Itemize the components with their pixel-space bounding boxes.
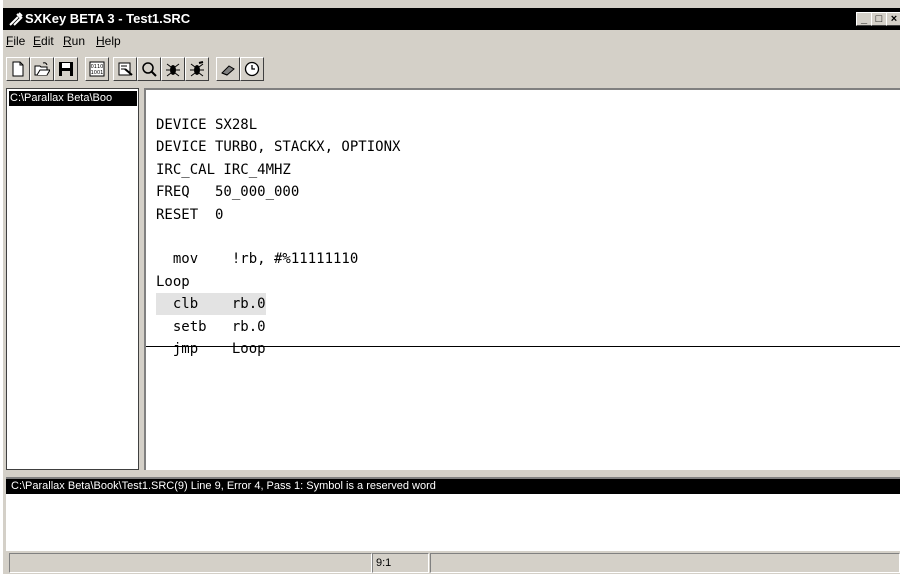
code-editor[interactable]: DEVICE SX28L DEVICE TURBO, STACKX, OPTION… (144, 88, 900, 470)
menu-bar: File Edit Run Help (3, 31, 900, 51)
find-icon[interactable] (137, 57, 161, 81)
eraser-icon[interactable] (216, 57, 240, 81)
maximize-icon[interactable]: □ (871, 12, 887, 26)
code-line[interactable]: Loop (156, 271, 190, 293)
assemble-icon[interactable]: 0110 1001 (85, 57, 109, 81)
menu-file-label: ile (13, 34, 26, 48)
status-bar: 9:1 (6, 552, 900, 574)
minimize-icon[interactable]: _ (856, 12, 872, 26)
menu-edit-label: dit (41, 34, 54, 48)
svg-text:1001: 1001 (91, 70, 104, 76)
debug-alt-icon[interactable] (185, 57, 209, 81)
debug-icon[interactable] (161, 57, 185, 81)
code-line[interactable]: clb rb.0 (156, 293, 266, 316)
clock-icon[interactable] (240, 57, 264, 81)
code-line[interactable]: DEVICE SX28L (156, 114, 257, 136)
code-line[interactable]: mov !rb, #%11111110 (156, 248, 358, 270)
close-icon[interactable]: × (886, 12, 900, 26)
code-line[interactable]: RESET 0 (156, 204, 223, 226)
code-line[interactable]: setb rb.0 (156, 316, 266, 338)
code-line[interactable]: FREQ 50_000_000 (156, 181, 299, 203)
menu-run-accel: R (63, 34, 72, 48)
menu-file[interactable]: File (6, 34, 25, 48)
window-title: SXKey BETA 3 - Test1.SRC (25, 11, 191, 26)
sxkey-app-icon (8, 11, 24, 27)
code-line[interactable]: jmp Loop (156, 338, 266, 360)
error-message[interactable]: C:\Parallax Beta\Book\Test1.SRC(9) Line … (6, 479, 900, 494)
status-left (9, 553, 372, 573)
new-file-icon[interactable] (6, 57, 30, 81)
menu-run[interactable]: Run (63, 34, 85, 48)
program-icon[interactable] (113, 57, 137, 81)
menu-edit[interactable]: Edit (33, 34, 54, 48)
toolbar: 0110 1001 (3, 54, 900, 84)
cursor-position: 9:1 (372, 553, 429, 573)
open-folder-icon[interactable] (30, 57, 54, 81)
file-tree-pane[interactable]: C:\Parallax Beta\Boo (6, 88, 139, 470)
status-right (430, 553, 900, 573)
menu-run-label: un (71, 34, 86, 48)
menu-edit-accel: E (33, 34, 42, 48)
code-line[interactable]: IRC_CAL IRC_4MHZ (156, 159, 291, 181)
message-pane: C:\Parallax Beta\Book\Test1.SRC(9) Line … (6, 477, 900, 551)
menu-help[interactable]: Help (96, 34, 121, 48)
save-icon[interactable] (54, 57, 78, 81)
code-line[interactable]: DEVICE TURBO, STACKX, OPTIONX (156, 136, 400, 158)
app-window: SXKey BETA 3 - Test1.SRC _ □ × File Edit… (3, 0, 900, 574)
editor-split-divider[interactable] (146, 346, 900, 347)
menu-help-label: elp (104, 34, 121, 48)
menu-help-accel: H (96, 34, 105, 48)
file-path-item[interactable]: C:\Parallax Beta\Boo (9, 91, 137, 106)
title-bar[interactable]: SXKey BETA 3 - Test1.SRC _ □ × (3, 8, 900, 30)
